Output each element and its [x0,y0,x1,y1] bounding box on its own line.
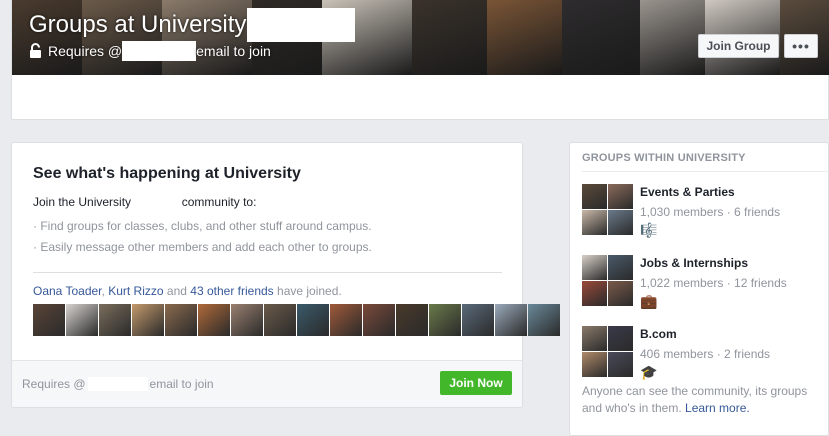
intro-suffix: community to: [181,195,257,209]
friend-avatar[interactable] [198,304,230,336]
divider [582,171,829,172]
group-thumbnail [608,255,633,280]
page-title: Groups at University [29,8,356,42]
music-note-icon: 🎼 [640,222,658,238]
friend-avatar[interactable] [264,304,296,336]
visibility-note: Anyone can see the community, its groups… [582,383,822,417]
friend-avatar[interactable] [132,304,164,336]
footer-prefix: Requires @ [22,377,86,391]
group-thumbnail [608,210,633,235]
join-requirement: Requires @ email to join [29,41,271,61]
friend-avatar[interactable] [495,304,527,336]
redacted-block [247,8,356,42]
cover-photo-tile [412,0,487,75]
page-title-text: Groups at University [29,11,247,38]
friend-avatar[interactable] [297,304,329,336]
join-now-button[interactable]: Join Now [440,371,512,395]
group-thumbnail [608,352,633,377]
group-thumbnail [582,255,607,280]
join-group-button[interactable]: Join Group [698,34,779,58]
join-requirement-suffix: email to join [196,43,271,59]
divider [33,272,502,273]
friend-avatar[interactable] [462,304,494,336]
other-friends-link[interactable]: 43 other friends [190,284,273,298]
friend-avatar[interactable] [66,304,98,336]
sidebar-title: GROUPS WITHIN UNIVERSITY [582,152,746,164]
group-thumbnail [582,184,607,209]
friend-link-oana[interactable]: Oana Toader [33,284,102,298]
card-footer: Requires @ email to join Join Now [12,360,522,407]
intro-prefix: Join the University [33,195,132,209]
briefcase-icon: 💼 [640,293,658,309]
group-thumbnail [608,281,633,306]
groups-within-sidebar: GROUPS WITHIN UNIVERSITY Events & Partie… [569,142,829,436]
friend-avatar[interactable] [528,304,560,336]
friend-avatar[interactable] [231,304,263,336]
separator: , [101,284,105,298]
friend-avatar[interactable] [396,304,428,336]
benefit-item: · Easily message other members and add e… [33,240,372,254]
joined-suffix: have joined. [277,284,342,298]
group-item-bcom[interactable]: B.com 406 members · 2 friends 🎓 [582,326,829,382]
group-thumbnails [582,184,633,236]
community-invite-card: See what's happening at University Join … [11,142,560,408]
friend-avatar[interactable] [165,304,197,336]
group-name[interactable]: Jobs & Internships [640,256,748,270]
benefit-item: · Find groups for classes, clubs, and ot… [33,219,372,233]
group-thumbnail [608,326,633,351]
group-thumbnails [582,255,633,307]
friends-joined-text: Oana Toader, Kurt Rizzo and 43 other fri… [33,284,342,298]
friend-avatar[interactable] [99,304,131,336]
cover-photo-tile [562,0,640,75]
group-name[interactable]: B.com [640,327,677,341]
group-thumbnails [582,326,633,378]
friend-avatar[interactable] [330,304,362,336]
intro-text: Join the University community to: [33,195,256,209]
group-name[interactable]: Events & Parties [640,185,735,199]
group-thumbnail [582,326,607,351]
friend-avatar[interactable] [363,304,395,336]
friend-avatars [33,304,560,336]
and-text: and [166,284,187,298]
benefits-list: · Find groups for classes, clubs, and ot… [33,216,372,258]
friend-link-kurt[interactable]: Kurt Rizzo [108,284,163,298]
group-item-jobs[interactable]: Jobs & Internships 1,022 members · 12 fr… [582,255,829,311]
group-thumbnail [582,281,607,306]
group-thumbnail [608,184,633,209]
friend-avatar[interactable] [33,304,65,336]
more-options-button[interactable]: ••• [784,34,818,58]
cover-photo-tile [640,0,705,75]
graduation-cap-icon: 🎓 [640,364,658,380]
card-heading: See what's happening at University [33,165,301,182]
redacted-block [122,41,197,61]
group-meta: 406 members · 2 friends [640,347,771,361]
group-meta: 1,030 members · 6 friends [640,205,781,219]
group-item-events[interactable]: Events & Parties 1,030 members · 6 frien… [582,184,829,240]
learn-more-link[interactable]: Learn more. [685,401,750,415]
group-thumbnail [582,210,607,235]
redacted-block [87,377,148,391]
cover-photo-tile [487,0,562,75]
join-requirement-prefix: Requires @ [48,43,123,59]
friend-avatar[interactable] [429,304,461,336]
group-thumbnail [582,352,607,377]
group-meta: 1,022 members · 12 friends [640,276,787,290]
footer-requirement: Requires @ email to join [22,377,214,391]
footer-suffix: email to join [149,377,214,391]
lock-icon [29,43,42,59]
group-header: Groups at University Requires @ email to… [11,0,829,120]
